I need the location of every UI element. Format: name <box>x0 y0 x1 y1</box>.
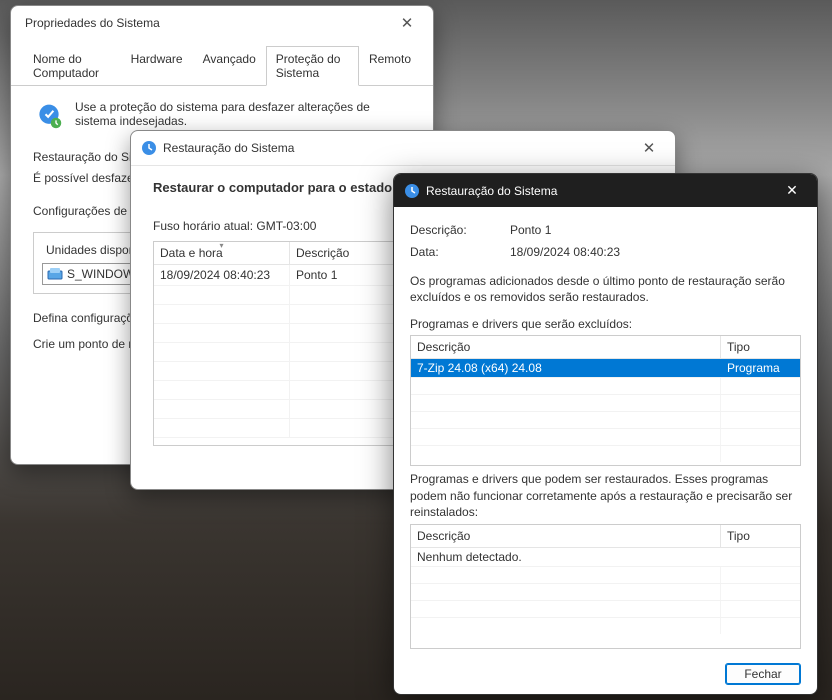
win2-titlebar: Restauração do Sistema ✕ <box>131 131 675 166</box>
restore-icon <box>141 140 157 156</box>
win1-titlebar: Propriedades do Sistema ✕ <box>11 6 433 38</box>
win3-title: Restauração do Sistema <box>426 184 557 198</box>
win2-title: Restauração do Sistema <box>163 141 294 155</box>
table-row[interactable]: 7-Zip 24.08 (x64) 24.08 Programa <box>411 359 800 377</box>
win1-title: Propriedades do Sistema <box>25 16 160 30</box>
cell-none: Nenhum detectado. <box>411 548 721 566</box>
col-description[interactable]: Descrição <box>411 336 721 358</box>
close-icon[interactable]: ✕ <box>631 137 667 159</box>
close-button[interactable]: Fechar <box>725 663 801 685</box>
col-date[interactable]: ▾ Data e hora <box>154 242 290 264</box>
note-text: Os programas adicionados desde o último … <box>410 273 801 305</box>
restorable-table: Descrição Tipo Nenhum detectado. <box>410 524 801 649</box>
protection-info-text: Use a proteção do sistema para desfazer … <box>75 100 411 132</box>
win3-body: Descrição: Ponto 1 Data: 18/09/2024 08:4… <box>394 207 817 695</box>
restorable-heading: Programas e drivers que podem ser restau… <box>410 471 801 520</box>
tab-system-protection[interactable]: Proteção do Sistema <box>266 46 359 86</box>
close-icon[interactable]: ✕ <box>389 12 425 34</box>
tab-computer-name[interactable]: Nome do Computador <box>23 46 121 85</box>
sort-desc-icon: ▾ <box>219 241 223 250</box>
restore-icon <box>404 183 420 199</box>
table-row-none: Nenhum detectado. <box>411 548 800 566</box>
col-description[interactable]: Descrição <box>411 525 721 547</box>
date-value: 18/09/2024 08:40:23 <box>510 245 620 259</box>
affected-programs-window: Restauração do Sistema ✕ Descrição: Pont… <box>393 173 818 695</box>
tab-hardware[interactable]: Hardware <box>121 46 193 85</box>
tab-remote[interactable]: Remoto <box>359 46 421 85</box>
win3-titlebar: Restauração do Sistema ✕ <box>394 174 817 207</box>
col-type[interactable]: Tipo <box>721 525 800 547</box>
cell-type: Programa <box>721 359 800 377</box>
col-type[interactable]: Tipo <box>721 336 800 358</box>
shield-icon <box>33 100 65 132</box>
desc-value: Ponto 1 <box>510 223 551 237</box>
tabs: Nome do Computador Hardware Avançado Pro… <box>11 38 433 86</box>
drive-icon <box>47 267 63 281</box>
excluded-table: Descrição Tipo 7-Zip 24.08 (x64) 24.08 P… <box>410 335 801 466</box>
cell-desc: 7-Zip 24.08 (x64) 24.08 <box>411 359 721 377</box>
cell-date: 18/09/2024 08:40:23 <box>154 265 290 285</box>
date-label: Data: <box>410 245 510 259</box>
desc-label: Descrição: <box>410 223 510 237</box>
close-icon[interactable]: ✕ <box>771 179 813 202</box>
tab-advanced[interactable]: Avançado <box>193 46 266 85</box>
excluded-heading: Programas e drivers que serão excluídos: <box>410 317 801 331</box>
